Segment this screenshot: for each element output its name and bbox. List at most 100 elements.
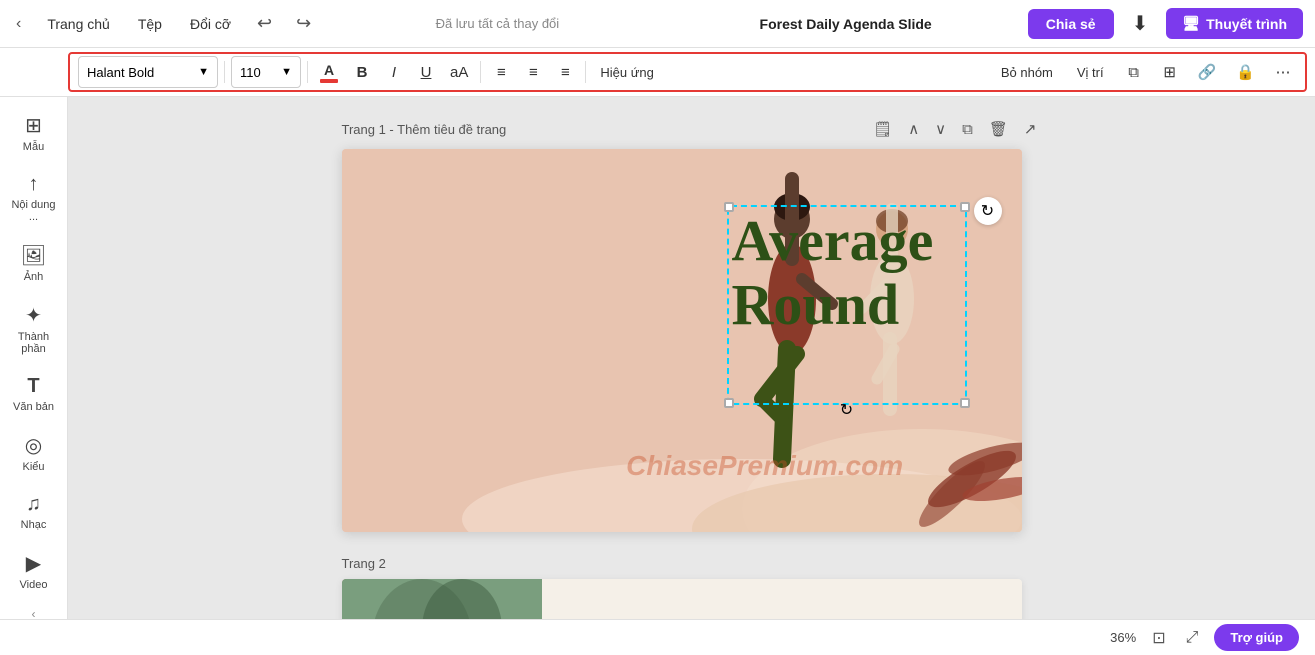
style-icon: ◎	[25, 433, 42, 458]
photos-label: Ảnh	[24, 271, 44, 283]
sidebar-item-photos[interactable]: 🖼 Ảnh	[4, 235, 64, 291]
bold-button[interactable]: B	[348, 57, 376, 87]
slide-delete-button[interactable]: 🗑	[984, 117, 1013, 141]
italic-button[interactable]: I	[380, 57, 408, 87]
divider-4	[585, 61, 586, 83]
divider-1	[224, 61, 225, 83]
slide-up-button[interactable]: ∧	[903, 117, 924, 141]
style-label: Kiểu	[22, 461, 44, 473]
font-family-value: Halant Bold	[87, 65, 154, 80]
font-size-select[interactable]: 110 ▼	[231, 56, 301, 88]
handle-bottom-right[interactable]	[960, 398, 970, 408]
underline-button[interactable]: U	[412, 57, 440, 87]
redo-button[interactable]: ↪	[292, 9, 315, 38]
font-family-select[interactable]: Halant Bold ▼	[78, 56, 218, 88]
main-layout: ⊞ Mẫu ↑ Nội dung ... 🖼 Ảnh ✦ Thành phần …	[0, 97, 1315, 619]
share-button[interactable]: Chia sẻ	[1028, 9, 1114, 39]
list-button[interactable]: ≡	[519, 57, 547, 87]
elements-icon: ✦	[25, 303, 42, 328]
text-selection-box[interactable]: ↻	[727, 205, 967, 405]
templates-icon: ⊞	[25, 113, 42, 138]
link-icon[interactable]: 🔗	[1192, 57, 1223, 87]
slide-more-button[interactable]: ↗	[1019, 117, 1042, 141]
music-label: Nhạc	[21, 519, 47, 531]
templates-label: Mẫu	[23, 141, 44, 153]
sidebar: ⊞ Mẫu ↑ Nội dung ... 🖼 Ảnh ✦ Thành phần …	[0, 97, 68, 619]
sidebar-item-text[interactable]: T Văn bản	[4, 367, 64, 421]
sidebar-item-style[interactable]: ◎ Kiểu	[4, 425, 64, 481]
nav-resize[interactable]: Đổi cỡ	[184, 12, 237, 36]
status-bar: 36% ⊡ ⤢ Trợ giúp	[0, 619, 1315, 655]
slide2-bg-svg	[342, 579, 542, 619]
nav-home[interactable]: Trang chủ	[41, 12, 116, 36]
monitor-icon: 🖥	[1182, 15, 1200, 32]
back-button[interactable]: ‹	[12, 11, 25, 37]
header-right: Chia sẻ ⬇ 🖥 Thuyết trình	[1028, 5, 1303, 42]
header: ‹ Trang chủ Tệp Đổi cỡ ↩ ↪ Đã lưu tất cả…	[0, 0, 1315, 48]
sidebar-item-elements[interactable]: ✦ Thành phần	[4, 295, 64, 363]
nav-file[interactable]: Tệp	[132, 12, 168, 36]
photos-icon: 🖼	[21, 243, 46, 268]
divider-2	[307, 61, 308, 83]
sidebar-item-video[interactable]: ▶ Video	[4, 543, 64, 599]
slide-2-canvas[interactable]	[342, 579, 1022, 619]
slide-1-controls: 🗒 ∧ ∨ ⧉ 🗑 ↗	[868, 117, 1041, 141]
elements-label: Thành phần	[8, 331, 60, 355]
text-color-button[interactable]: A	[314, 57, 344, 87]
slide-2-image-area	[342, 579, 542, 619]
fit-screen-button[interactable]: ⊡	[1148, 626, 1169, 650]
status-right: 36% ⊡ ⤢ Trợ giúp	[1110, 624, 1299, 651]
download-button[interactable]: ⬇	[1122, 5, 1159, 42]
video-icon: ▶	[26, 551, 41, 576]
help-button[interactable]: Trợ giúp	[1214, 624, 1299, 651]
effects-button[interactable]: Hiệu ứng	[592, 57, 662, 87]
formatting-toolbar: Halant Bold ▼ 110 ▼ A B I U aA ≡	[68, 52, 1307, 92]
lock-icon[interactable]: 🔒	[1230, 57, 1261, 87]
text-icon: T	[27, 375, 39, 398]
slide-note-button[interactable]: 🗒	[868, 117, 897, 141]
sidebar-item-templates[interactable]: ⊞ Mẫu	[4, 105, 64, 161]
sidebar-item-content[interactable]: ↑ Nội dung ...	[4, 165, 64, 231]
color-bar	[320, 79, 338, 83]
chevron-down-icon: ▼	[198, 66, 209, 78]
slide-2-wrapper: Trang 2	[342, 556, 1042, 619]
slide-1-wrapper: Trang 1 - Thêm tiêu đề trang 🗒 ∧ ∨ ⧉ 🗑 ↗	[342, 117, 1042, 532]
slide-1-canvas[interactable]: ↻ ↻ Average Round ChiasePremium.com	[342, 149, 1022, 532]
present-label: Thuyết trình	[1206, 16, 1287, 32]
toolbar-right-actions: Bỏ nhóm Vị trí ⧉ ⊞ 🔗 🔒 ⋯	[993, 57, 1297, 87]
slide-down-button[interactable]: ∨	[930, 117, 951, 141]
line-spacing-button[interactable]: ≡	[551, 57, 579, 87]
toolbar-wrapper: Halant Bold ▼ 110 ▼ A B I U aA ≡	[0, 48, 1315, 97]
font-size-value: 110	[240, 65, 261, 80]
undo-button[interactable]: ↩	[253, 9, 276, 38]
ungroup-button[interactable]: Bỏ nhóm	[993, 61, 1061, 84]
text-label: Văn bản	[13, 401, 54, 413]
zoom-level: 36%	[1110, 630, 1136, 645]
color-indicator-group: A	[320, 62, 338, 83]
slide-duplicate-button[interactable]: ⧉	[957, 118, 978, 141]
position-button[interactable]: Vị trí	[1069, 61, 1112, 84]
handle-top-left[interactable]	[724, 202, 734, 212]
bottom-rotate-handle[interactable]: ↻	[836, 399, 858, 421]
content-label: Nội dung ...	[8, 199, 60, 223]
case-button[interactable]: aA	[444, 57, 474, 87]
slide-2-content-area	[542, 579, 1022, 619]
fullscreen-button[interactable]: ⤢	[1182, 627, 1203, 649]
slide-1-label-row: Trang 1 - Thêm tiêu đề trang 🗒 ∧ ∨ ⧉ 🗑 ↗	[342, 117, 1042, 141]
canvas-area[interactable]: Trang 1 - Thêm tiêu đề trang 🗒 ∧ ∨ ⧉ 🗑 ↗	[68, 97, 1315, 619]
video-label: Video	[20, 579, 48, 591]
font-color-icon: A	[324, 62, 334, 78]
header-left: ‹ Trang chủ Tệp Đổi cỡ ↩ ↪	[12, 9, 315, 38]
layer-icon[interactable]: ⧉	[1120, 57, 1148, 87]
present-button[interactable]: 🖥 Thuyết trình	[1166, 8, 1303, 39]
outer-rotate-handle[interactable]: ↻	[974, 197, 1002, 225]
sidebar-item-music[interactable]: ♫ Nhạc	[4, 485, 64, 539]
saved-status: Đã lưu tất cả thay đổi	[331, 16, 663, 31]
collapse-sidebar-button[interactable]: ‹	[28, 603, 40, 619]
music-icon: ♫	[26, 493, 41, 516]
handle-top-right[interactable]	[960, 202, 970, 212]
handle-bottom-left[interactable]	[724, 398, 734, 408]
more-icon[interactable]: ⋯	[1269, 57, 1297, 87]
grid-icon[interactable]: ⊞	[1156, 57, 1184, 87]
align-button[interactable]: ≡	[487, 57, 515, 87]
